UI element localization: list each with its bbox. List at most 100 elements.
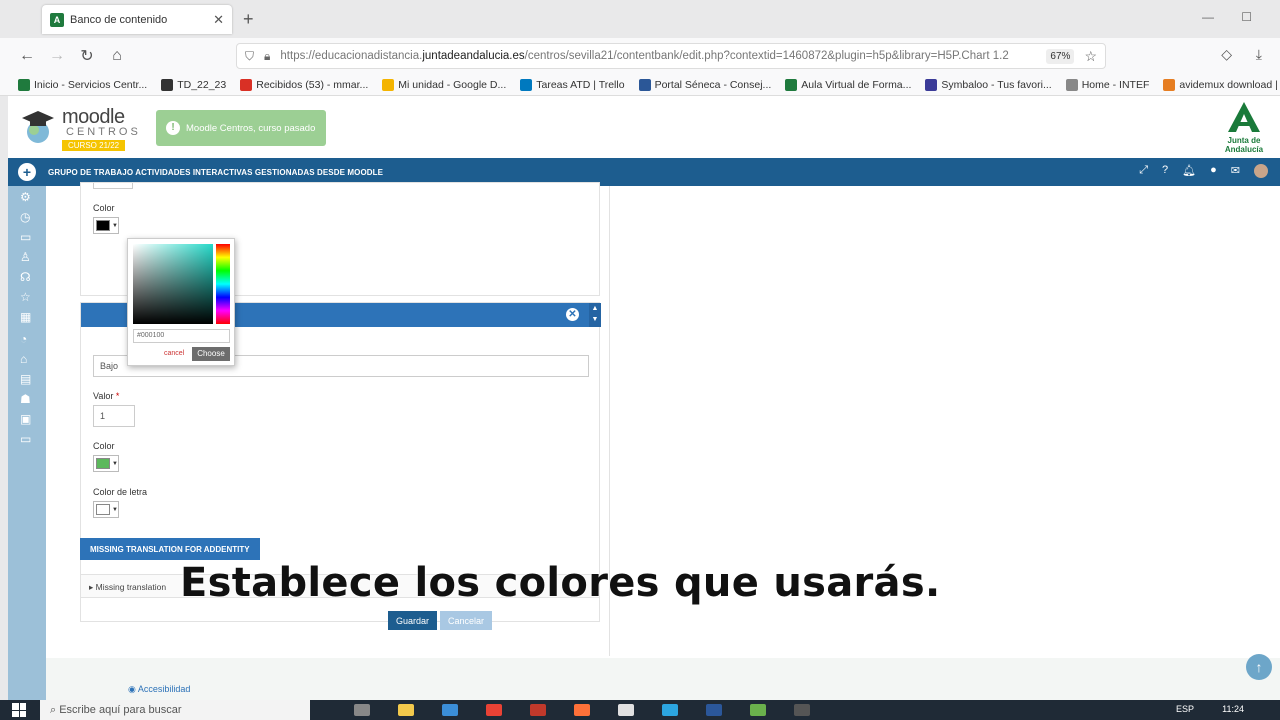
zoom-level[interactable]: 67% bbox=[1046, 48, 1075, 64]
bookmark-item[interactable]: Mi unidad - Google D... bbox=[382, 78, 507, 91]
folder-icon[interactable]: ▭ bbox=[20, 230, 31, 244]
accessibility-link[interactable]: ◉ Accesibilidad bbox=[128, 684, 190, 695]
windows-start-icon[interactable] bbox=[12, 703, 26, 717]
browser-tab-bar: A Banco de contenido ✕ + — ☐ bbox=[0, 0, 1280, 38]
hex-input[interactable]: #000100 bbox=[133, 329, 230, 343]
users-icon[interactable]: ♙ bbox=[20, 250, 31, 264]
browser-tab[interactable]: A Banco de contenido ✕ bbox=[42, 5, 232, 34]
table-icon[interactable]: ▦ bbox=[20, 310, 31, 324]
saturation-value-area[interactable] bbox=[133, 244, 213, 324]
settings-icon[interactable]: ⚙ bbox=[20, 190, 31, 204]
bookmark-label: Symbaloo - Tus favori... bbox=[941, 78, 1052, 91]
maximize-icon[interactable]: ☐ bbox=[1241, 10, 1252, 24]
home-icon[interactable]: ⌂ bbox=[102, 47, 132, 65]
language-indicator[interactable]: ESP bbox=[1176, 704, 1194, 714]
minimize-icon[interactable]: — bbox=[1202, 10, 1214, 24]
valor-input[interactable]: 1 bbox=[93, 405, 135, 427]
downloads-icon[interactable]: ⤓ bbox=[1256, 46, 1262, 63]
dashboard-icon[interactable]: ◔ bbox=[20, 332, 27, 346]
bookmark-item[interactable]: TD_22_23 bbox=[161, 78, 226, 91]
home-rail-icon[interactable]: ⌂ bbox=[20, 352, 27, 366]
clock-icon[interactable]: ◷ bbox=[20, 210, 30, 224]
reload-icon[interactable]: ↻ bbox=[72, 46, 102, 66]
star-icon[interactable]: ☆ bbox=[20, 290, 31, 304]
edge-icon[interactable] bbox=[442, 704, 458, 716]
files-icon[interactable]: ▣ bbox=[20, 412, 31, 426]
back-icon[interactable]: ← bbox=[12, 47, 42, 65]
courses-icon[interactable]: ☗ bbox=[20, 392, 31, 406]
bookmark-label: Inicio - Servicios Centr... bbox=[34, 78, 148, 91]
notes-icon[interactable] bbox=[618, 704, 634, 716]
bookmark-item[interactable]: Aula Virtual de Forma... bbox=[785, 78, 911, 91]
save-button[interactable]: Guardar bbox=[388, 611, 437, 630]
fullscreen-icon[interactable]: ⤢ bbox=[1139, 164, 1148, 178]
color-picker-popup: #000100 cancel Choose bbox=[127, 238, 235, 366]
bookmark-label: Recibidos (53) - mmar... bbox=[256, 78, 369, 91]
tab-close-icon[interactable]: ✕ bbox=[213, 12, 224, 28]
shield-icon[interactable]: ⛉ bbox=[245, 49, 254, 64]
reorder-icon[interactable]: ▲ ▼ bbox=[589, 303, 601, 327]
paint-icon[interactable] bbox=[750, 704, 766, 716]
bookmark-item[interactable]: Inicio - Servicios Centr... bbox=[18, 78, 148, 91]
pocket-icon[interactable]: ◇ bbox=[1221, 46, 1232, 63]
badge-icon[interactable]: ☊ bbox=[20, 270, 31, 284]
chat-icon[interactable]: ● bbox=[1210, 164, 1217, 178]
obs-icon[interactable] bbox=[794, 704, 810, 716]
taskbar-search-input[interactable]: ⌕ Escribe aquí para buscar bbox=[40, 700, 310, 720]
notice-text: Moodle Centros, curso pasado bbox=[186, 122, 316, 134]
font-color-picker-button[interactable]: ▼ bbox=[93, 501, 119, 518]
lock-icon[interactable]: 🔒︎ bbox=[264, 49, 270, 64]
bookmark-item[interactable]: Recibidos (53) - mmar... bbox=[240, 78, 369, 91]
add-entity-button[interactable]: MISSING TRANSLATION FOR ADDENTITY bbox=[80, 538, 260, 560]
font-color-swatch bbox=[96, 504, 110, 515]
remove-item-icon[interactable]: ✕ bbox=[566, 308, 579, 321]
bookmark-label: avidemux download | ... bbox=[1179, 78, 1280, 91]
course-title[interactable]: GRUPO DE TRABAJO ACTIVIDADES INTERACTIVA… bbox=[48, 168, 383, 177]
bookmark-favicon-icon bbox=[785, 78, 798, 91]
url-text[interactable]: https://educacionadistancia.juntadeandal… bbox=[280, 50, 1046, 62]
picker-cancel-link[interactable]: cancel bbox=[164, 350, 184, 357]
chrome-icon[interactable] bbox=[486, 704, 502, 716]
cancel-button[interactable]: Cancelar bbox=[440, 611, 492, 630]
tab-title: Banco de contenido bbox=[70, 13, 168, 26]
bookmark-label: Mi unidad - Google D... bbox=[398, 78, 507, 91]
dropdown-arrow-icon: ▼ bbox=[112, 460, 118, 467]
color-picker-button[interactable]: ▼ bbox=[93, 217, 119, 234]
help-icon[interactable]: ? bbox=[1162, 164, 1168, 178]
hue-slider[interactable] bbox=[216, 244, 230, 324]
telegram-icon[interactable] bbox=[662, 704, 678, 716]
color-label: Color bbox=[93, 203, 115, 213]
drawer-toggle-icon[interactable]: + bbox=[18, 163, 36, 181]
forward-icon[interactable]: → bbox=[42, 47, 72, 65]
new-tab-icon[interactable]: + bbox=[243, 9, 254, 30]
bookmark-item[interactable]: Tareas ATD | Trello bbox=[520, 78, 625, 91]
word-icon[interactable] bbox=[706, 704, 722, 716]
bookmark-favicon-icon bbox=[1163, 78, 1176, 91]
clock[interactable]: 11:24 bbox=[1222, 704, 1244, 714]
bookmark-item[interactable]: Home - INTEF bbox=[1065, 78, 1149, 91]
explorer-icon[interactable] bbox=[398, 704, 414, 716]
mail-icon[interactable]: ✉ bbox=[1231, 164, 1240, 178]
color2-picker-button[interactable]: ▼ bbox=[93, 455, 119, 472]
page-footer: ◉ Accesibilidad bbox=[46, 658, 1280, 700]
junta-a-icon bbox=[1228, 102, 1260, 132]
left-icon-rail: ⚙ ◷ ▭ ♙ ☊ ☆ ▦ ◔ ⌂ ▤ ☗ ▣ ▭ bbox=[8, 186, 46, 700]
folder2-icon[interactable]: ▭ bbox=[20, 432, 31, 446]
bookmark-star-icon[interactable]: ☆ bbox=[1084, 48, 1097, 65]
bookmark-item[interactable]: Symbaloo - Tus favori... bbox=[925, 78, 1052, 91]
bookmark-item[interactable]: Portal Séneca - Consej... bbox=[638, 78, 771, 91]
junta-logo: Junta de Andalucía bbox=[1208, 100, 1280, 154]
bell-icon[interactable]: 🔔︎ bbox=[1182, 164, 1196, 178]
bookmark-item[interactable]: avidemux download | ... bbox=[1163, 78, 1280, 91]
bookmark-favicon-icon bbox=[18, 78, 30, 91]
scroll-top-icon[interactable]: ↑ bbox=[1246, 654, 1272, 680]
moodle-centros-logo[interactable]: moodle CENTROS CURSO 21/22 bbox=[20, 102, 140, 152]
firefox-icon[interactable] bbox=[574, 704, 590, 716]
picker-choose-button[interactable]: Choose bbox=[192, 347, 230, 361]
course-notice: ! Moodle Centros, curso pasado bbox=[156, 110, 326, 146]
app-icon[interactable] bbox=[530, 704, 546, 716]
calendar-icon[interactable]: ▤ bbox=[20, 372, 31, 386]
address-bar[interactable]: ⛉ 🔒︎ https://educacionadistancia.juntade… bbox=[236, 43, 1106, 69]
avatar[interactable] bbox=[1254, 164, 1268, 178]
taskview-icon[interactable] bbox=[354, 704, 370, 716]
